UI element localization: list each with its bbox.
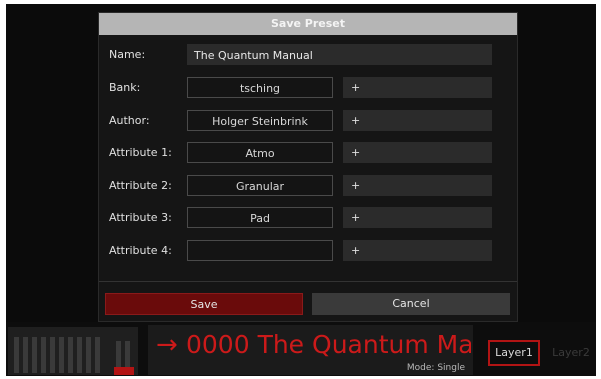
attribute-1-label: Attribute 1: [109,146,172,159]
author-row: Author: Holger Steinbrink + [99,109,517,133]
meter-bar [59,337,64,373]
arrow-right-icon: → [156,330,178,360]
attribute-1-add-button[interactable]: + [343,142,492,163]
attribute-4-add-button[interactable]: + [343,240,492,261]
preset-display[interactable]: → 0000 The Quantum Manu Mode: Single [148,325,473,375]
attribute-2-row: Attribute 2: Granular + [99,174,517,198]
device-screen: Save Preset Name: The Quantum Manual Ban… [6,4,596,376]
meter-bar [32,337,37,373]
bank-add-button[interactable]: + [343,77,492,98]
bank-label: Bank: [109,81,141,94]
layer1-button[interactable]: Layer1 [488,340,540,366]
attribute-4-field[interactable] [187,240,333,261]
attribute-3-add-button[interactable]: + [343,207,492,228]
name-row: Name: The Quantum Manual [99,43,517,67]
author-label: Author: [109,114,150,127]
meter-bar [77,337,82,373]
attribute-1-row: Attribute 1: Atmo + [99,141,517,165]
meter-bar [41,337,46,373]
attribute-4-row: Attribute 4: + [99,239,517,263]
meter-bar [125,341,130,367]
meter-bar [23,337,28,373]
layer2-button[interactable]: Layer2 [548,342,594,364]
save-preset-dialog: Save Preset Name: The Quantum Manual Ban… [98,12,518,322]
attribute-1-field[interactable]: Atmo [187,142,333,163]
cancel-button[interactable]: Cancel [312,293,510,315]
meter-bar [116,341,121,367]
attribute-4-label: Attribute 4: [109,244,172,257]
meter-bar [14,337,19,373]
dialog-divider [99,281,517,282]
bank-row: Bank: tsching + [99,76,517,100]
meter-bar [86,337,91,373]
bank-field[interactable]: tsching [187,77,333,98]
level-meters [8,327,138,375]
attribute-3-row: Attribute 3: Pad + [99,206,517,230]
attribute-3-label: Attribute 3: [109,211,172,224]
attribute-2-label: Attribute 2: [109,179,172,192]
preset-name-display: 0000 The Quantum Manu [186,330,471,359]
author-field[interactable]: Holger Steinbrink [187,110,333,131]
clip-indicator [114,367,134,375]
attribute-2-field[interactable]: Granular [187,175,333,196]
attribute-3-field[interactable]: Pad [187,207,333,228]
attribute-2-add-button[interactable]: + [343,175,492,196]
name-label: Name: [109,48,146,61]
bottom-status-bar: → 0000 The Quantum Manu Mode: Single Lay… [6,322,596,376]
dialog-title: Save Preset [99,13,517,35]
author-add-button[interactable]: + [343,110,492,131]
mode-indicator: Mode: Single [406,363,465,373]
save-button[interactable]: Save [105,293,303,315]
name-field[interactable]: The Quantum Manual [187,44,492,65]
meter-bar [95,337,100,373]
meter-bar [50,337,55,373]
meter-bar [68,337,73,373]
